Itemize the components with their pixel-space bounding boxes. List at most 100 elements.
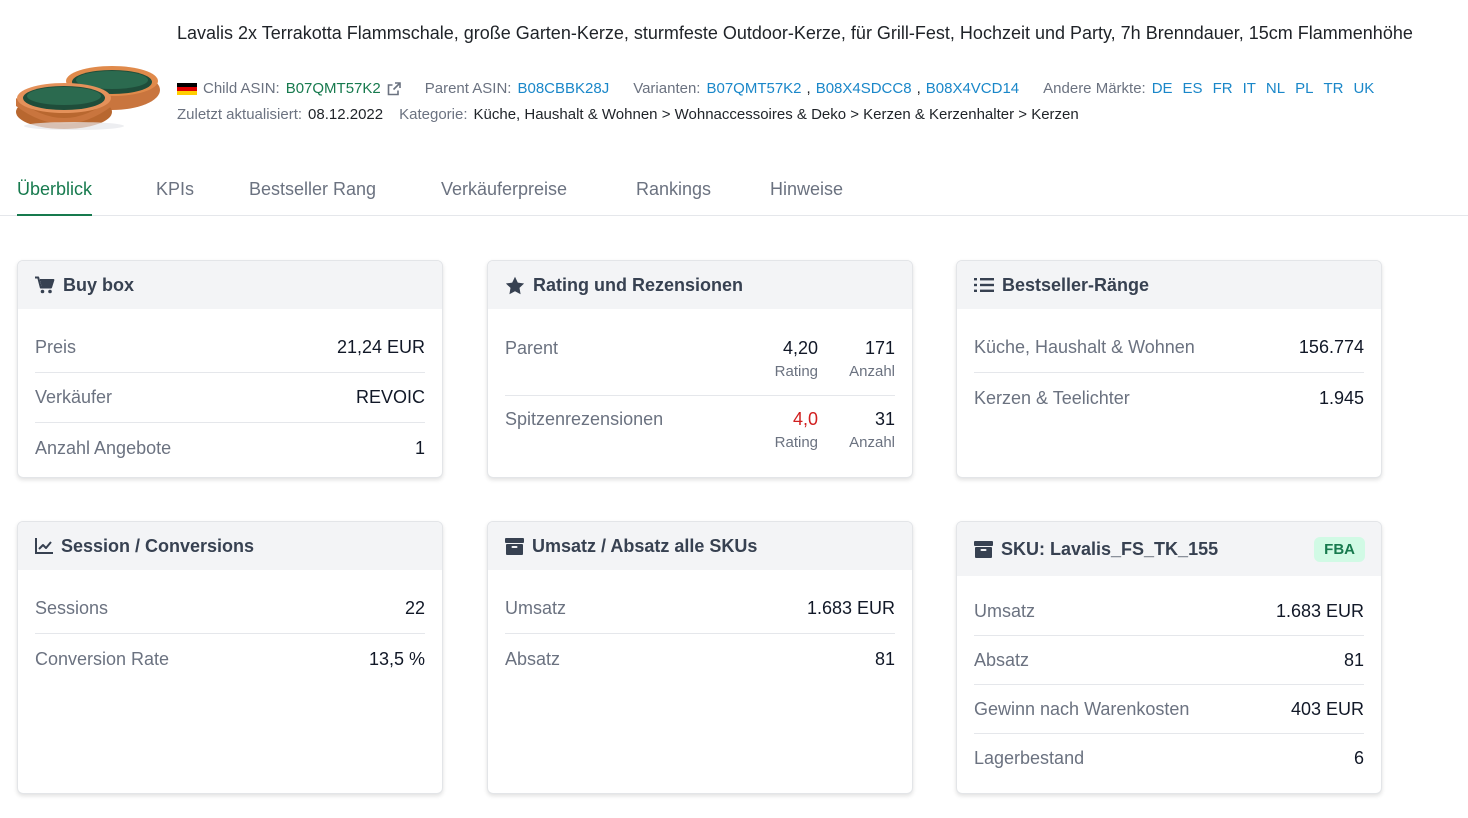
sales-row-umsatz: Umsatz 1.683 EUR (505, 584, 895, 634)
tab-verkaeuferpreise[interactable]: Verkäuferpreise (441, 179, 567, 214)
count-col: 31 Anzahl (818, 409, 895, 451)
buybox-card-header: Buy box (18, 261, 442, 309)
sku-row: Absatz 81 (974, 636, 1364, 685)
row-label: Verkäufer (35, 387, 113, 407)
row-label: Conversion Rate (35, 648, 170, 669)
row-value: 22 (404, 598, 425, 618)
sku-row: Lagerbestand 6 (974, 734, 1364, 783)
row-value: 13,5 % (368, 648, 425, 669)
sales-row-absatz: Absatz 81 (505, 634, 895, 684)
count-sub-label: Anzahl (849, 363, 895, 380)
category-path: Küche, Haushalt & Wohnen > Wohnaccessoir… (473, 106, 1079, 123)
session-row-sessions: Sessions 22 (35, 584, 425, 634)
tab-rankings[interactable]: Rankings (636, 179, 711, 214)
bestseller-row: Kerzen & Teelichter 1.945 (974, 373, 1364, 423)
tab-hinweise[interactable]: Hinweise (770, 179, 843, 214)
sales-card: Umsatz / Absatz alle SKUs Umsatz 1.683 E… (487, 521, 913, 794)
rating-card-header: Rating und Rezensionen (488, 261, 912, 309)
market-link-fr[interactable]: FR (1213, 79, 1233, 99)
variant-link[interactable]: B08X4VCD14 (926, 79, 1019, 99)
row-value: 156.774 (1298, 337, 1364, 357)
rating-body: Parent 4,20 Rating 171 Anzahl Spitzenrez… (488, 309, 912, 467)
variant-link[interactable]: B08X4SDCC8 (816, 79, 912, 99)
market-link-uk[interactable]: UK (1353, 79, 1374, 99)
variants-label: Varianten: (633, 80, 701, 97)
product-image[interactable] (14, 46, 162, 132)
numbered-list-icon (974, 278, 994, 292)
asin-row: Child ASIN: B07QMT57K2 Parent ASIN: B08C… (177, 79, 1374, 99)
tab-kpis[interactable]: KPIs (156, 179, 194, 214)
buybox-row-offers: Anzahl Angebote 1 (35, 423, 425, 473)
row-value: 21,24 EUR (336, 337, 425, 357)
rating-col: 4,20 Rating (741, 338, 818, 380)
updated-group: Zuletzt aktualisiert: 08.12.2022 (177, 105, 383, 125)
buybox-row-price: Preis 21,24 EUR (35, 323, 425, 373)
bestseller-card: Bestseller-Ränge Küche, Haushalt & Wohne… (956, 260, 1382, 478)
sku-card: SKU: Lavalis_FS_TK_155 FBA Umsatz 1.683 … (956, 521, 1382, 794)
child-asin-link[interactable]: B07QMT57K2 (286, 79, 381, 99)
row-value: 403 EUR (1290, 698, 1364, 719)
market-link-es[interactable]: ES (1183, 79, 1203, 99)
row-label: Spitzenrezensionen (505, 409, 664, 429)
row-label: Sessions (35, 598, 109, 618)
shopping-cart-icon (35, 276, 55, 294)
tab-ueberblick[interactable]: Überblick (17, 179, 93, 216)
rating-sub-label: Rating (774, 434, 818, 451)
row-value: 1.945 (1318, 387, 1364, 408)
product-header: Lavalis 2x Terrakotta Flammschale, große… (0, 0, 1468, 140)
row-label: Anzahl Angebote (35, 437, 172, 458)
parent-asin-label: Parent ASIN: (424, 80, 512, 97)
buybox-row-seller: Verkäufer REVOIC (35, 373, 425, 423)
count-col: 171 Anzahl (818, 338, 895, 380)
row-value: 81 (1343, 649, 1364, 670)
rating-col: 4,0 Rating (741, 409, 818, 451)
fba-badge: FBA (1314, 536, 1365, 562)
sku-body: Umsatz 1.683 EUR Absatz 81 Gewinn nach W… (957, 576, 1381, 783)
tab-bestseller-rang[interactable]: Bestseller Rang (249, 179, 376, 214)
rating-row-top-reviews: Spitzenrezensionen 4,0 Rating 31 Anzahl (505, 396, 895, 467)
buybox-title: Buy box (63, 274, 135, 295)
buybox-body: Preis 21,24 EUR Verkäufer REVOIC Anzahl … (18, 309, 442, 473)
sales-body: Umsatz 1.683 EUR Absatz 81 (488, 570, 912, 684)
category-label: Kategorie: (399, 106, 468, 123)
variant-link[interactable]: B07QMT57K2 (706, 79, 801, 99)
update-category-row: Zuletzt aktualisiert: 08.12.2022 Kategor… (177, 105, 1103, 125)
box-icon (505, 537, 524, 555)
external-link-icon[interactable] (387, 82, 401, 96)
market-link-it[interactable]: IT (1243, 79, 1256, 99)
variant-separator: , (806, 80, 811, 97)
market-link-pl[interactable]: PL (1295, 79, 1313, 99)
markets-group: Andere Märkte: DE ES FR IT NL PL TR UK (1043, 79, 1374, 99)
row-value: 1 (414, 437, 425, 458)
sales-title: Umsatz / Absatz alle SKUs (532, 535, 758, 556)
box-icon (974, 540, 993, 558)
variant-separator: , (916, 80, 921, 97)
row-value: 1.683 EUR (806, 598, 895, 618)
count-sub-label: Anzahl (849, 434, 895, 451)
rating-card: Rating und Rezensionen Parent 4,20 Ratin… (487, 260, 913, 478)
row-label: Küche, Haushalt & Wohnen (974, 337, 1195, 357)
market-link-de[interactable]: DE (1152, 79, 1173, 99)
bestseller-body: Küche, Haushalt & Wohnen 156.774 Kerzen … (957, 309, 1381, 423)
row-label: Absatz (505, 648, 561, 669)
sku-title: SKU: Lavalis_FS_TK_155 (1001, 538, 1219, 559)
child-asin-group: Child ASIN: B07QMT57K2 (177, 79, 401, 99)
row-value: 81 (874, 648, 895, 669)
buybox-card: Buy box Preis 21,24 EUR Verkäufer REVOIC… (17, 260, 443, 478)
germany-flag-icon (177, 82, 197, 96)
bestseller-card-header: Bestseller-Ränge (957, 261, 1381, 309)
session-body: Sessions 22 Conversion Rate 13,5 % (18, 570, 442, 684)
row-label: Lagerbestand (974, 748, 1085, 768)
row-value: REVOIC (355, 387, 425, 407)
market-link-nl[interactable]: NL (1266, 79, 1285, 99)
row-label: Parent (505, 338, 559, 358)
parent-asin-link[interactable]: B08CBBK28J (517, 79, 609, 99)
updated-label: Zuletzt aktualisiert: (177, 106, 303, 123)
rating-sub-label: Rating (774, 363, 818, 380)
market-link-tr[interactable]: TR (1323, 79, 1343, 99)
child-asin-label: Child ASIN: (203, 80, 280, 97)
row-label: Umsatz (974, 600, 1036, 621)
variants-group: Varianten: B07QMT57K2 , B08X4SDCC8 , B08… (633, 79, 1019, 99)
bestseller-row: Küche, Haushalt & Wohnen 156.774 (974, 323, 1364, 373)
session-card: Session / Conversions Sessions 22 Conver… (17, 521, 443, 794)
